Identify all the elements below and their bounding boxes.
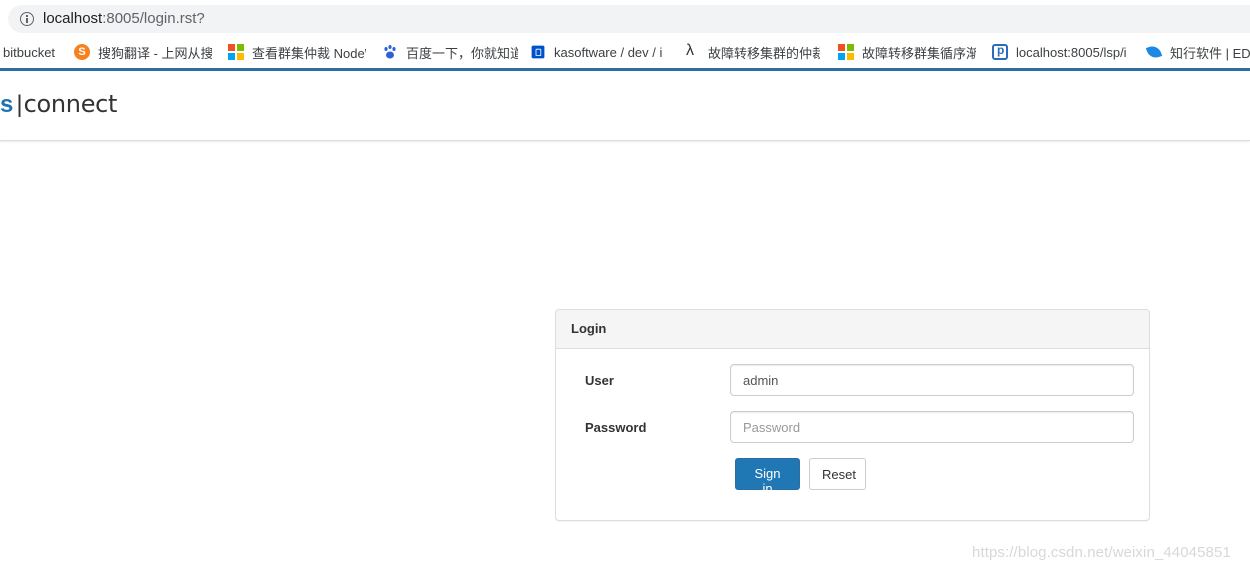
bookmark-failover-quorum[interactable]: 故障转移集群的仲裁 bbox=[684, 42, 820, 62]
p-icon bbox=[992, 43, 1008, 60]
bookmark-failover-cluster-guide[interactable]: 故障转移群集循序渐进 bbox=[838, 42, 976, 62]
url-path: :8005/login.rst? bbox=[102, 10, 205, 27]
bookmark-cluster-quorum-nodew[interactable]: 查看群集仲裁 NodeW bbox=[228, 42, 366, 62]
sign-in-button[interactable]: Sign in bbox=[735, 458, 800, 496]
url-text[interactable]: localhost:8005/login.rst? bbox=[43, 10, 205, 28]
baidu-paw-icon bbox=[382, 44, 398, 60]
bookmark-label: 故障转移群集循序渐进 bbox=[862, 45, 976, 61]
password-input[interactable] bbox=[730, 411, 1134, 443]
reset-button[interactable]: Reset bbox=[809, 458, 866, 490]
leaf-icon bbox=[1146, 43, 1163, 61]
login-panel-title: Login bbox=[556, 310, 1149, 349]
bookmark-kasoftware-dev[interactable]: kasoftware / dev / i bbox=[530, 42, 668, 62]
bookmark-label: kasoftware / dev / i bbox=[554, 44, 663, 60]
microsoft-icon bbox=[838, 44, 854, 60]
bookmark-zhixing-edi[interactable]: 知行软件 | EDI bbox=[1146, 42, 1250, 62]
bookmark-sogou-translate[interactable]: 搜狗翻译 - 上网从搜狗 bbox=[74, 42, 212, 62]
watermark: https://blog.csdn.net/weixin_44045851 bbox=[972, 544, 1231, 561]
browser-window: localhost:8005/login.rst? bitbucket 搜狗翻译… bbox=[0, 0, 1250, 573]
login-panel: Login User Password Sign in Reset bbox=[555, 309, 1150, 521]
app-header: s |connect bbox=[0, 71, 1250, 141]
bookmarks-bar: bitbucket 搜狗翻译 - 上网从搜狗 查看群集仲裁 NodeW 百度一下… bbox=[0, 36, 1250, 68]
bookmark-label: 查看群集仲裁 NodeW bbox=[252, 45, 366, 61]
url-host: localhost bbox=[43, 10, 103, 27]
bookmark-baidu[interactable]: 百度一下，你就知道 bbox=[382, 42, 518, 62]
bookmark-label: 知行软件 | EDI bbox=[1170, 45, 1250, 61]
bookmark-label: bitbucket bbox=[3, 44, 56, 60]
brand-separator: | bbox=[16, 91, 23, 118]
address-bar-row: localhost:8005/login.rst? bbox=[0, 0, 1250, 36]
brand-name: connect bbox=[23, 90, 118, 118]
bookmark-label: 搜狗翻译 - 上网从搜狗 bbox=[98, 45, 212, 61]
bookmark-localhost-lsp[interactable]: localhost:8005/lsp/i bbox=[992, 42, 1130, 62]
brand-mark: s bbox=[0, 91, 14, 118]
user-input[interactable] bbox=[730, 364, 1134, 396]
user-label: User bbox=[585, 373, 614, 388]
sogou-icon bbox=[74, 44, 90, 60]
lambda-icon bbox=[684, 42, 700, 60]
bitbucket-icon bbox=[531, 45, 545, 59]
brand-logo[interactable]: s |connect bbox=[0, 90, 117, 119]
info-icon[interactable] bbox=[20, 12, 34, 26]
bookmark-bitbucket[interactable]: bitbucket bbox=[3, 42, 63, 62]
address-bar[interactable]: localhost:8005/login.rst? bbox=[8, 5, 1250, 33]
microsoft-icon bbox=[228, 44, 244, 60]
password-label: Password bbox=[585, 420, 647, 435]
bookmark-label: 百度一下，你就知道 bbox=[406, 45, 518, 61]
bookmark-label: 故障转移集群的仲裁 bbox=[708, 45, 820, 61]
bookmark-label: localhost:8005/lsp/i bbox=[1016, 44, 1127, 60]
